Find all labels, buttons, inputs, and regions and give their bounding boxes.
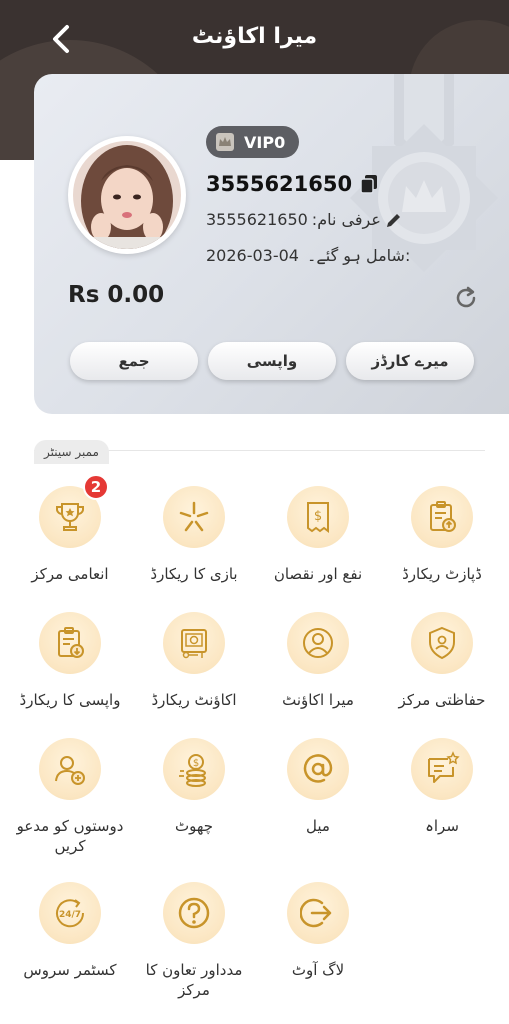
question-circle-icon — [163, 882, 225, 944]
vip-level: VIP0 — [244, 132, 286, 152]
grid-item-rebate[interactable]: $ چھوٹ — [132, 738, 256, 836]
joined-row: 2026-03-04 :شامل ہو گئے۔ — [206, 246, 410, 265]
my-cards-button[interactable]: میرے کارڈز — [346, 342, 474, 380]
user-circle-icon — [287, 612, 349, 674]
invite-user-icon — [39, 738, 101, 800]
joined-label: :شامل ہو گئے۔ — [306, 246, 411, 265]
notification-badge: 2 — [83, 474, 109, 500]
grid-item-label: اکاؤنٹ ریکارڈ — [151, 691, 237, 709]
support-24-7-icon: 24/7 — [39, 882, 101, 944]
grid-item-withdraw-record[interactable]: واپسی کا ریکارڈ — [8, 612, 132, 710]
clipboard-download-icon — [39, 612, 101, 674]
svg-text:24/7: 24/7 — [59, 910, 81, 920]
grid-item-label: نفع اور نقصان — [273, 565, 363, 583]
avatar-portrait-icon — [73, 141, 181, 249]
grid-item-label: سراہ — [425, 817, 459, 835]
grid-item-label: حفاظتی مرکز — [398, 691, 486, 709]
balance: Rs 0.00 — [68, 282, 165, 308]
grid-item-label: میرا اکاؤنٹ — [282, 691, 354, 709]
grid-item-game-record[interactable]: بازی کا ریکارڈ — [132, 486, 256, 584]
nickname-label: عرفی نام: — [311, 210, 381, 229]
grid-item-profit-loss[interactable]: $ نفع اور نقصان — [256, 486, 380, 584]
page-title: میرا اکاؤنٹ — [191, 24, 318, 49]
grid-item-mail[interactable]: میل — [256, 738, 380, 836]
at-sign-icon — [287, 738, 349, 800]
grid-item-help-center[interactable]: مدداور تعاون کا مرکز — [132, 882, 256, 1000]
chat-star-icon — [411, 738, 473, 800]
star-burst-icon — [163, 486, 225, 548]
withdraw-button[interactable]: واپسی — [208, 342, 336, 380]
grid-item-my-account[interactable]: میرا اکاؤنٹ — [256, 612, 380, 710]
nickname-value: 3555621650 — [206, 210, 308, 229]
grid-item-label: انعامی مرکز — [31, 565, 109, 583]
grid-item-label: چھوٹ — [174, 817, 214, 835]
joined-date: 2026-03-04 — [206, 246, 299, 265]
receipt-dollar-icon: $ — [287, 486, 349, 548]
grid-item-account-record[interactable]: اکاؤنٹ ریکارڈ — [132, 612, 256, 710]
grid-item-label: مدداور تعاون کا مرکز — [145, 961, 243, 999]
grid-item-label: لاگ آوٹ — [291, 961, 345, 979]
shield-user-icon — [411, 612, 473, 674]
profile-card: VIP0 3555621650 3555621650 عرفی نام: 202… — [34, 74, 509, 414]
grid-item-label: دوستوں کو مدعو کریں — [16, 817, 124, 855]
grid-item-label: واپسی کا ریکارڈ — [19, 691, 121, 709]
grid-item-rewards-center[interactable]: 2 انعامی مرکز — [8, 474, 132, 584]
nickname-row: 3555621650 عرفی نام: — [206, 210, 403, 229]
member-center-title: ممبر سینٹر — [34, 440, 109, 464]
crown-badge-icon — [216, 133, 234, 151]
clipboard-upload-icon — [411, 486, 473, 548]
svg-text:$: $ — [314, 509, 322, 524]
grid-item-label: ڈپازٹ ریکارڈ — [402, 565, 482, 583]
grid-item-deposit-record[interactable]: ڈپازٹ ریکارڈ — [380, 486, 504, 584]
deposit-button[interactable]: جمع — [70, 342, 198, 380]
grid-item-invite-friends[interactable]: دوستوں کو مدعو کریں — [8, 738, 132, 856]
grid-item-security-center[interactable]: حفاظتی مرکز — [380, 612, 504, 710]
user-id-value: 3555621650 — [206, 172, 353, 196]
grid-item-label: بازی کا ریکارڈ — [150, 565, 238, 583]
pencil-edit-icon[interactable] — [385, 211, 403, 229]
user-id: 3555621650 — [206, 172, 378, 196]
grid-item-feedback[interactable]: سراہ — [380, 738, 504, 836]
logout-icon — [287, 882, 349, 944]
grid-item-customer-service[interactable]: 24/7 کسٹمر سروس — [8, 882, 132, 980]
grid-item-label: میل — [306, 817, 330, 835]
grid-item-label: کسٹمر سروس — [23, 961, 117, 979]
avatar[interactable] — [68, 136, 186, 254]
copy-icon[interactable] — [360, 174, 378, 194]
svg-text:$: $ — [193, 758, 199, 769]
trophy-icon: 2 — [39, 474, 109, 548]
account-record-icon — [163, 612, 225, 674]
grid-item-logout[interactable]: لاگ آوٹ — [256, 882, 380, 980]
refresh-icon[interactable] — [452, 284, 480, 312]
vip-badge: VIP0 — [206, 126, 300, 158]
coins-icon: $ — [163, 738, 225, 800]
